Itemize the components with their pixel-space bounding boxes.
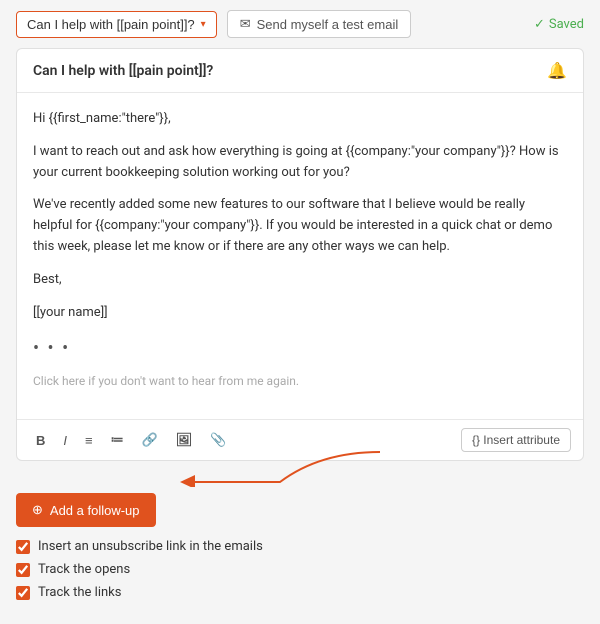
add-follow-up-button[interactable]: ⊕ Add a follow-up bbox=[16, 493, 156, 527]
unsubscribe-checkbox[interactable] bbox=[16, 540, 30, 554]
unordered-list-icon: ≡ bbox=[85, 433, 93, 448]
dots-separator: • • • bbox=[33, 335, 567, 364]
email-body[interactable]: Hi {{first_name:"there"}}, I want to rea… bbox=[17, 93, 583, 419]
saved-indicator: ✓ Saved bbox=[534, 17, 584, 32]
body-line-2: I want to reach out and ask how everythi… bbox=[33, 142, 567, 184]
paperclip-icon: 📎 bbox=[210, 432, 226, 447]
test-email-button[interactable]: ✉ Send myself a test email bbox=[227, 10, 412, 38]
opens-checkbox-label: Track the opens bbox=[38, 562, 130, 577]
unordered-list-button[interactable]: ≡ bbox=[78, 429, 100, 452]
link-icon: 🔗 bbox=[142, 432, 158, 447]
saved-text: Saved bbox=[549, 17, 584, 32]
checkbox-opens: Track the opens bbox=[16, 562, 584, 577]
add-follow-up-label: Add a follow-up bbox=[50, 503, 140, 518]
body-line-1: Hi {{first_name:"there"}}, bbox=[33, 109, 567, 130]
signature-name: [[your name]] bbox=[33, 303, 567, 324]
ordered-list-button[interactable]: ≔ bbox=[104, 428, 131, 452]
unsubscribe-link[interactable]: Click here bbox=[33, 374, 85, 388]
email-card: Can I help with [[pain point]]? 🔔 Hi {{f… bbox=[16, 48, 584, 461]
lightbulb-icon: 🔔 bbox=[547, 61, 567, 80]
opens-checkbox[interactable] bbox=[16, 563, 30, 577]
email-subject: Can I help with [[pain point]]? bbox=[33, 63, 213, 79]
subject-dropdown[interactable]: Can I help with [[pain point]]? ▾ bbox=[16, 11, 217, 38]
subject-dropdown-label: Can I help with [[pain point]]? bbox=[27, 17, 195, 32]
envelope-icon: ✉ bbox=[240, 16, 251, 32]
image-icon: 🖼 bbox=[176, 432, 193, 447]
unsubscribe-text: if you don't want to hear from me again. bbox=[88, 374, 299, 388]
body-line-3: We've recently added some new features t… bbox=[33, 195, 567, 257]
unsubscribe-line: Click here if you don't want to hear fro… bbox=[33, 372, 567, 391]
checkbox-links: Track the links bbox=[16, 585, 584, 600]
ordered-list-icon: ≔ bbox=[111, 432, 124, 447]
insert-attribute-button[interactable]: {} Insert attribute bbox=[461, 428, 571, 452]
test-email-label: Send myself a test email bbox=[257, 17, 399, 32]
bold-button[interactable]: B bbox=[29, 429, 52, 452]
plus-circle-icon: ⊕ bbox=[32, 502, 43, 518]
arrow-indicator bbox=[160, 447, 380, 487]
email-header: Can I help with [[pain point]]? 🔔 bbox=[17, 49, 583, 93]
links-checkbox[interactable] bbox=[16, 586, 30, 600]
links-checkbox-label: Track the links bbox=[38, 585, 121, 600]
checkbox-unsubscribe: Insert an unsubscribe link in the emails bbox=[16, 539, 584, 554]
signature-best: Best, bbox=[33, 270, 567, 291]
chevron-down-icon: ▾ bbox=[201, 19, 206, 30]
top-bar: Can I help with [[pain point]]? ▾ ✉ Send… bbox=[0, 0, 600, 48]
unsubscribe-checkbox-label: Insert an unsubscribe link in the emails bbox=[38, 539, 263, 554]
italic-button[interactable]: I bbox=[56, 429, 74, 452]
checkboxes-section: Insert an unsubscribe link in the emails… bbox=[0, 535, 600, 624]
follow-up-section: ⊕ Add a follow-up bbox=[0, 477, 600, 535]
check-icon: ✓ bbox=[534, 17, 545, 32]
